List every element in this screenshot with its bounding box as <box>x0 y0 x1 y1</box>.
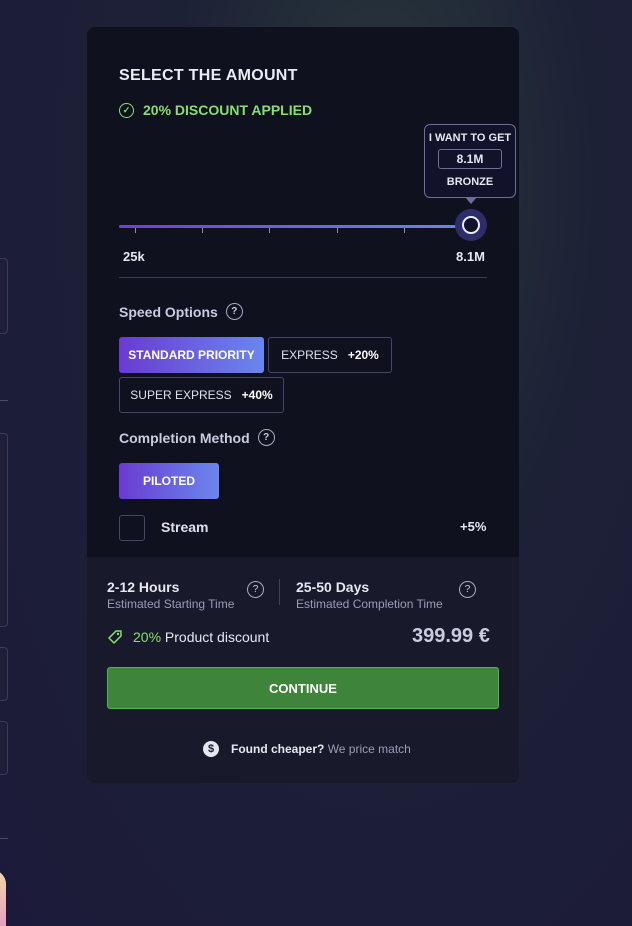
stream-checkbox[interactable] <box>119 515 145 541</box>
option-label: PILOTED <box>142 474 195 488</box>
completion-time-block: 25-50 Days Estimated Completion Time <box>296 579 443 611</box>
background-side-card <box>0 433 8 627</box>
amount-slider-fill <box>119 225 473 228</box>
background-side-card <box>0 258 8 334</box>
slider-tick <box>202 228 203 233</box>
option-label: EXPRESS <box>281 348 338 362</box>
help-icon[interactable]: ? <box>225 303 243 320</box>
speed-options-label: Speed Options <box>119 303 218 320</box>
summary-divider <box>279 579 280 605</box>
slider-tick <box>337 228 338 233</box>
start-time-block: 2-12 Hours Estimated Starting Time <box>107 579 234 611</box>
speed-option-express[interactable]: EXPRESS +20% <box>268 337 392 373</box>
speed-option-standard[interactable]: STANDARD PRIORITY <box>119 337 264 373</box>
help-icon[interactable]: ? <box>257 429 275 446</box>
completion-method-heading: Completion Method ? <box>119 429 275 446</box>
continue-button[interactable]: CONTINUE <box>107 667 499 709</box>
completion-time-value: 25-50 Days <box>296 579 370 595</box>
tooltip-arrow <box>465 197 477 204</box>
option-label: SUPER EXPRESS <box>130 388 232 402</box>
slider-tick <box>135 228 136 233</box>
slider-handle-dot <box>462 216 480 234</box>
speed-options-heading: Speed Options ? <box>119 303 243 320</box>
price-match-notice: $ Found cheaper? We price match <box>203 741 411 757</box>
completion-method-label: Completion Method <box>119 429 250 446</box>
price-match-text: We price match <box>327 742 411 756</box>
discount-applied-notice: ✓ 20% DISCOUNT APPLIED <box>119 102 312 118</box>
stream-label: Stream <box>161 519 209 535</box>
tooltip-value: 8.1M <box>438 149 502 169</box>
stream-extra: +5% <box>460 519 487 534</box>
dollar-icon: $ <box>203 741 219 757</box>
product-discount: 20% Product discount <box>107 629 269 645</box>
start-time-value: 2-12 Hours <box>107 579 180 595</box>
option-extra: +40% <box>241 388 273 402</box>
option-label: STANDARD PRIORITY <box>128 348 255 362</box>
discount-percent: 20% <box>133 629 162 645</box>
help-icon[interactable]: ? <box>459 581 476 598</box>
slider-max-label: 8.1M <box>456 249 485 264</box>
price-match-bold: Found cheaper? <box>231 742 325 756</box>
slider-tick <box>404 228 405 233</box>
panel-title: SELECT THE AMOUNT <box>119 67 298 84</box>
option-extra: +20% <box>347 348 379 362</box>
background-side-card <box>0 647 8 701</box>
completion-option-piloted[interactable]: PILOTED <box>119 463 219 499</box>
amount-slider-handle[interactable] <box>455 209 487 241</box>
slider-min-label: 25k <box>123 249 145 264</box>
completion-time-caption: Estimated Completion Time <box>296 597 443 611</box>
tag-icon <box>108 630 122 644</box>
discount-applied-text: 20% DISCOUNT APPLIED <box>143 102 313 118</box>
slider-tick <box>269 228 270 233</box>
tooltip-heading: I WANT TO GET <box>428 132 512 144</box>
background-avatar-fragment <box>0 870 6 926</box>
amount-tooltip: I WANT TO GET 8.1M BRONZE <box>424 124 516 198</box>
background-divider <box>0 838 8 839</box>
background-side-card <box>0 721 8 775</box>
section-divider <box>119 277 487 278</box>
background-divider <box>0 400 8 401</box>
speed-option-super-express[interactable]: SUPER EXPRESS +40% <box>119 377 284 413</box>
check-circle-icon: ✓ <box>119 102 134 118</box>
order-summary: 2-12 Hours Estimated Starting Time ? 25-… <box>87 557 519 783</box>
discount-label: Product discount <box>164 629 270 645</box>
help-icon[interactable]: ? <box>247 581 264 598</box>
tooltip-rank: BRONZE <box>446 176 494 188</box>
total-price: 399.99 € <box>412 625 490 647</box>
start-time-caption: Estimated Starting Time <box>107 597 235 611</box>
order-panel: SELECT THE AMOUNT ✓ 20% DISCOUNT APPLIED… <box>87 27 519 783</box>
